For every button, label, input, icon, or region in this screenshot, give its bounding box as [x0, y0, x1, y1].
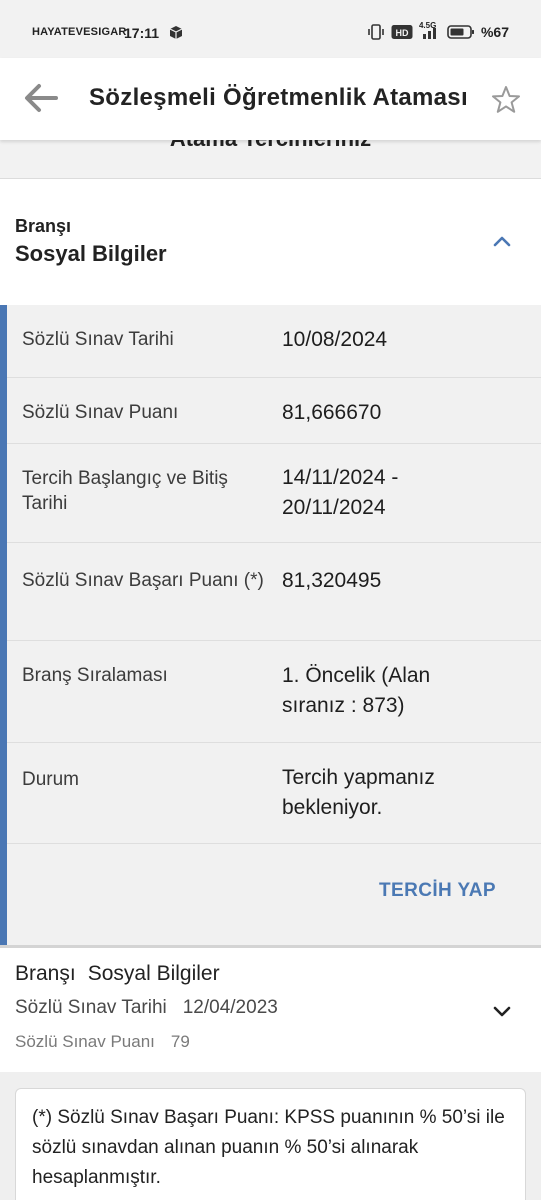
detail-key: Sözlü Sınav Puanı [22, 402, 179, 423]
previous-exam-date-value: 12/04/2023 [182, 997, 278, 1018]
detail-row-branch-ranking: Branş Sıralaması 1. Öncelik (Alan sıranı… [7, 641, 541, 743]
detail-key: Tercih Başlangıç ve Bitiş Tarihi [22, 468, 228, 514]
previous-exam-date: Sözlü Sınav Tarihi 12/04/2023 [15, 997, 278, 1019]
branch-header-expanded[interactable]: Branşı Sosyal Bilgiler [0, 179, 541, 305]
detail-key: Sözlü Sınav Tarihi [22, 329, 174, 350]
divider [7, 843, 541, 844]
svg-text:HD: HD [395, 28, 408, 38]
battery-icon [447, 25, 474, 39]
previous-branch-label: Branşı [15, 962, 76, 985]
status-icons: HD 4.5G %67 [367, 21, 509, 41]
previous-branch-title: Branşı Sosyal Bilgiler [15, 962, 220, 986]
detail-value: 14/11/2024 - 20/11/2024 [282, 466, 399, 519]
arrow-left-icon[interactable] [22, 82, 60, 114]
previous-exam-score-label: Sözlü Sınav Puanı [15, 1032, 155, 1051]
chevron-up-icon[interactable] [490, 229, 514, 253]
detail-value: 81,666670 [282, 401, 382, 424]
chevron-down-icon[interactable] [490, 999, 514, 1023]
detail-row-success-score: Sözlü Sınav Başarı Puanı (*) 81,320495 [7, 543, 541, 641]
branch-details-panel: Sözlü Sınav Tarihi 10/08/2024 Sözlü Sına… [0, 305, 541, 945]
hd-icon: HD [391, 25, 413, 39]
page-title: Sözleşmeli Öğretmenlik Ataması [89, 84, 468, 111]
previous-exam-date-label: Sözlü Sınav Tarihi [15, 997, 167, 1018]
package-icon [169, 26, 183, 39]
clock: 17:11 [124, 25, 160, 41]
make-preference-button[interactable]: TERCİH YAP [379, 880, 496, 902]
detail-row-status: Durum Tercih yapmanız bekleniyor. [7, 743, 541, 843]
previous-branch-value: Sosyal Bilgiler [87, 962, 220, 985]
branch-value: Sosyal Bilgiler [15, 241, 167, 266]
status-bar: HAYATEVESIGAR 17:11 HD 4.5G %67 [0, 0, 541, 64]
detail-row-oral-exam-date: Sözlü Sınav Tarihi 10/08/2024 [7, 305, 541, 378]
detail-key: Branş Sıralaması [22, 665, 168, 686]
previous-branch-card[interactable]: Branşı Sosyal Bilgiler Sözlü Sınav Tarihi… [0, 948, 541, 1072]
screen: HAYATEVESIGAR 17:11 HD 4.5G %67 Sözleşme… [0, 0, 541, 1200]
vibrate-icon [368, 24, 384, 40]
battery-percentage: %67 [480, 24, 509, 40]
branch-label: Branşı [15, 216, 72, 236]
previous-exam-score: Sözlü Sınav Puanı 79 [15, 1032, 190, 1052]
detail-value: 1. Öncelik (Alan sıranız : 873) [282, 664, 431, 717]
detail-value: 81,320495 [282, 569, 382, 592]
detail-value: Tercih yapmanız bekleniyor. [282, 766, 435, 819]
detail-key: Durum [22, 769, 80, 790]
detail-key: Sözlü Sınav Başarı Puanı (*) [22, 570, 264, 591]
app-bar: Sözleşmeli Öğretmenlik Ataması [0, 58, 541, 140]
detail-row-preference-dates: Tercih Başlangıç ve Bitiş Tarihi 14/11/2… [7, 444, 541, 543]
previous-exam-score-value: 79 [170, 1032, 190, 1051]
detail-row-oral-exam-score: Sözlü Sınav Puanı 81,666670 [7, 378, 541, 444]
footnote-text: (*) Sözlü Sınav Başarı Puanı: KPSS puanı… [32, 1107, 505, 1188]
network-type-icon: 4.5G [419, 21, 441, 41]
footnote-card: (*) Sözlü Sınav Başarı Puanı: KPSS puanı… [15, 1088, 526, 1200]
star-outline-icon[interactable] [490, 84, 522, 116]
detail-value: 10/08/2024 [282, 328, 388, 351]
carrier-name: HAYATEVESIGAR [32, 26, 127, 38]
